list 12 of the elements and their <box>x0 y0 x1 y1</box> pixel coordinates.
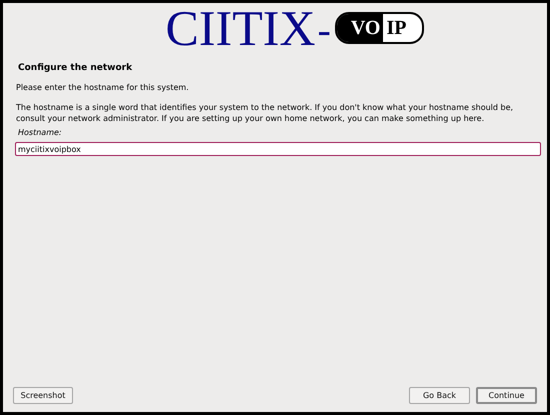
logo-text: CIITIX <box>166 3 316 53</box>
screenshot-button[interactable]: Screenshot <box>13 387 73 404</box>
continue-button[interactable]: Continue <box>476 387 537 404</box>
hostname-field[interactable]: myciitixvoipbox <box>15 142 541 156</box>
description-text: The hostname is a single word that identifies your system to the network. If you don't know what your hostname should be, consult your network administrator. If you are setting up your own home network, you can make something up here. <box>16 102 514 124</box>
page-title: Configure the network <box>18 63 134 73</box>
logo-dash: - <box>318 10 331 50</box>
logo-badge-left: VO <box>336 14 384 42</box>
logo-badge-right: IP <box>383 14 422 42</box>
back-button[interactable]: Go Back <box>409 387 470 404</box>
field-label: Hostname: <box>18 128 63 137</box>
prompt-text: Please enter the hostname for this system. <box>16 82 190 93</box>
